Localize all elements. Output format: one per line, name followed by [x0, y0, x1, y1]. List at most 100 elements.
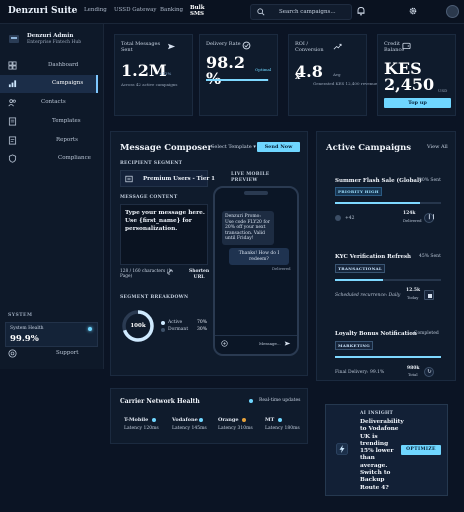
sidebar-item-campaigns[interactable]: Campaigns	[0, 75, 98, 93]
stat-title: ROI / Conversion	[295, 41, 324, 53]
recipient-select[interactable]: Premium Users - Tier 1	[120, 170, 215, 187]
campaign-progress-fill	[335, 279, 383, 281]
pause-button[interactable]: ❙❙	[424, 213, 436, 223]
sidebar-item-label: Reports	[56, 137, 78, 143]
campaign-left-text: +42	[345, 216, 355, 221]
stat-title: Total Messages Sent	[121, 41, 161, 53]
carrier-name: Vodafone	[172, 417, 198, 423]
sidebar-item-templates[interactable]: Templates	[0, 113, 98, 131]
campaign-item[interactable]: Summer Flash Sale (Global) 80% Sent PRIO…	[317, 172, 455, 236]
legend-dot-dormant	[161, 328, 165, 332]
ai-insight-card: AI INSIGHT Deliverability to Vodafone UK…	[325, 404, 448, 496]
legend-dormant-value: 30%	[197, 327, 208, 332]
realtime-dot	[249, 399, 253, 403]
send-icon[interactable]	[284, 340, 291, 347]
delivery-rate-fill	[206, 79, 268, 81]
stop-icon	[428, 294, 432, 298]
campaign-progress	[335, 202, 441, 204]
outgoing-message-bubble: Thanks! How do I redeem?	[229, 248, 289, 265]
campaign-sent: 80% Sent	[419, 178, 441, 183]
campaign-item[interactable]: KYC Verification Refresh 45% Sent TRANSA…	[317, 249, 455, 313]
carrier-status-dot	[152, 418, 156, 422]
campaign-right-value: 124k	[403, 211, 416, 216]
add-circle-icon	[221, 340, 228, 347]
sidebar-item-label: Contacts	[41, 99, 66, 105]
carrier-health-card: Carrier Network Health Real-time updates…	[110, 388, 308, 444]
incoming-message-bubble: Denzuri Promo: Use code FLY20 for 20% of…	[222, 211, 274, 245]
sidebar-item-compliance[interactable]: Compliance	[0, 150, 98, 168]
campaign-right-label: Today	[407, 295, 419, 300]
carrier-latency: Latency 180ms	[265, 426, 300, 431]
campaign-name: KYC Verification Refresh	[335, 254, 412, 260]
campaign-badge: MARKETING	[335, 341, 374, 350]
support-link[interactable]: Support	[0, 346, 100, 362]
delivery-rate-bar	[206, 79, 269, 81]
template-select[interactable]: Select Template ▾	[211, 144, 256, 150]
view-all-link[interactable]: View All	[427, 144, 448, 150]
rerun-button[interactable]: ↻	[424, 367, 434, 377]
carrier-latency: Latency 310ms	[218, 426, 253, 431]
sidebar-item-dashboard[interactable]: Dashboard	[0, 57, 98, 75]
search-icon	[257, 8, 265, 16]
sidebar-item-reports[interactable]: Reports	[0, 132, 98, 150]
mobile-preview: Denzuri Promo: Use code FLY20 for 20% of…	[213, 186, 299, 356]
campaign-left-text: Final Delivery: 99.1%	[335, 370, 385, 375]
system-health-card: System Health 99.9%	[5, 322, 98, 347]
campaign-progress	[335, 279, 441, 281]
lightning-icon	[336, 443, 348, 455]
top-up-button[interactable]: Top up	[384, 98, 451, 108]
campaign-right-value: 980k	[407, 366, 420, 371]
sidebar-item-label: Compliance	[58, 155, 91, 161]
carrier-latency: Latency 145ms	[172, 426, 207, 431]
support-label: Support	[56, 350, 79, 356]
shorten-url-button[interactable]: Shorten URL	[189, 269, 209, 280]
campaign-progress	[335, 356, 441, 358]
brand-logo[interactable]: Denzuri Suite	[8, 6, 77, 16]
campaign-name: Loyalty Bonus Notification	[335, 331, 417, 337]
breakdown-label: SEGMENT BREAKDOWN	[120, 295, 189, 300]
stat-card-credit-balance: Credit Balance KES 2,450 USD Top up	[377, 34, 456, 116]
campaign-right-label: Delivered	[403, 218, 422, 223]
live-preview-label: LIVE MOBILE PREVIEW	[231, 172, 270, 183]
send-now-button[interactable]: Send Now	[257, 142, 300, 152]
stat-subtext: Generated KES 12,400 revenue	[313, 81, 378, 86]
search-placeholder: Search campaigns...	[279, 9, 336, 15]
message-content-input[interactable]: Type your message here. Use {first_name}…	[120, 204, 208, 265]
campaign-progress-fill	[335, 356, 441, 358]
realtime-label: Real-time updates	[259, 398, 301, 403]
gear-icon[interactable]	[408, 6, 418, 16]
stat-value: 2,450	[384, 75, 435, 94]
campaign-badge: PRIORITY HIGH	[335, 187, 382, 196]
search-input[interactable]: Search campaigns...	[250, 4, 352, 20]
contacts-icon	[8, 99, 16, 107]
nav-banking[interactable]: Banking	[160, 7, 183, 13]
sidebar-item-contacts[interactable]: Contacts	[0, 94, 98, 112]
pause-icon: ❙❙	[427, 214, 436, 221]
stat-title: Delivery Rate	[206, 41, 241, 47]
bell-icon[interactable]	[356, 6, 366, 16]
top-bar: Denzuri Suite Lending USSD Gateway Banki…	[0, 0, 464, 24]
help-icon	[8, 349, 17, 358]
carrier-status-dot	[242, 418, 246, 422]
target-icon	[242, 41, 251, 50]
recipient-value: Premium Users - Tier 1	[143, 176, 215, 182]
campaign-right-label: Total	[408, 372, 418, 377]
carrier-latency: Latency 120ms	[124, 426, 159, 431]
nav-lending[interactable]: Lending	[84, 7, 107, 13]
stop-button[interactable]	[424, 290, 434, 300]
avatar[interactable]	[446, 5, 459, 18]
message-input-placeholder[interactable]: Message...	[259, 341, 281, 346]
nav-bulk-sms[interactable]: Bulk SMS	[190, 5, 205, 17]
campaign-progress-fill	[335, 202, 420, 204]
delivered-status: Delivered	[272, 266, 291, 271]
stat-card-roi: ROI / Conversion 4.8 x Avg Generated KES …	[288, 34, 377, 116]
campaign-item[interactable]: Loyalty Bonus Notification Completed MAR…	[317, 326, 455, 382]
campaigns-title: Active Campaigns	[326, 143, 412, 153]
stat-avg: Avg	[333, 72, 341, 77]
recipient-label: RECIPIENT SEGMENT	[120, 161, 183, 166]
user-name: Denzuri Admin	[27, 33, 74, 39]
system-label: SYSTEM	[8, 313, 33, 318]
content-label: MESSAGE CONTENT	[120, 195, 178, 200]
optimize-button[interactable]: OPTIMIZE	[401, 445, 441, 455]
nav-ussd-gateway[interactable]: USSD Gateway	[114, 7, 156, 13]
